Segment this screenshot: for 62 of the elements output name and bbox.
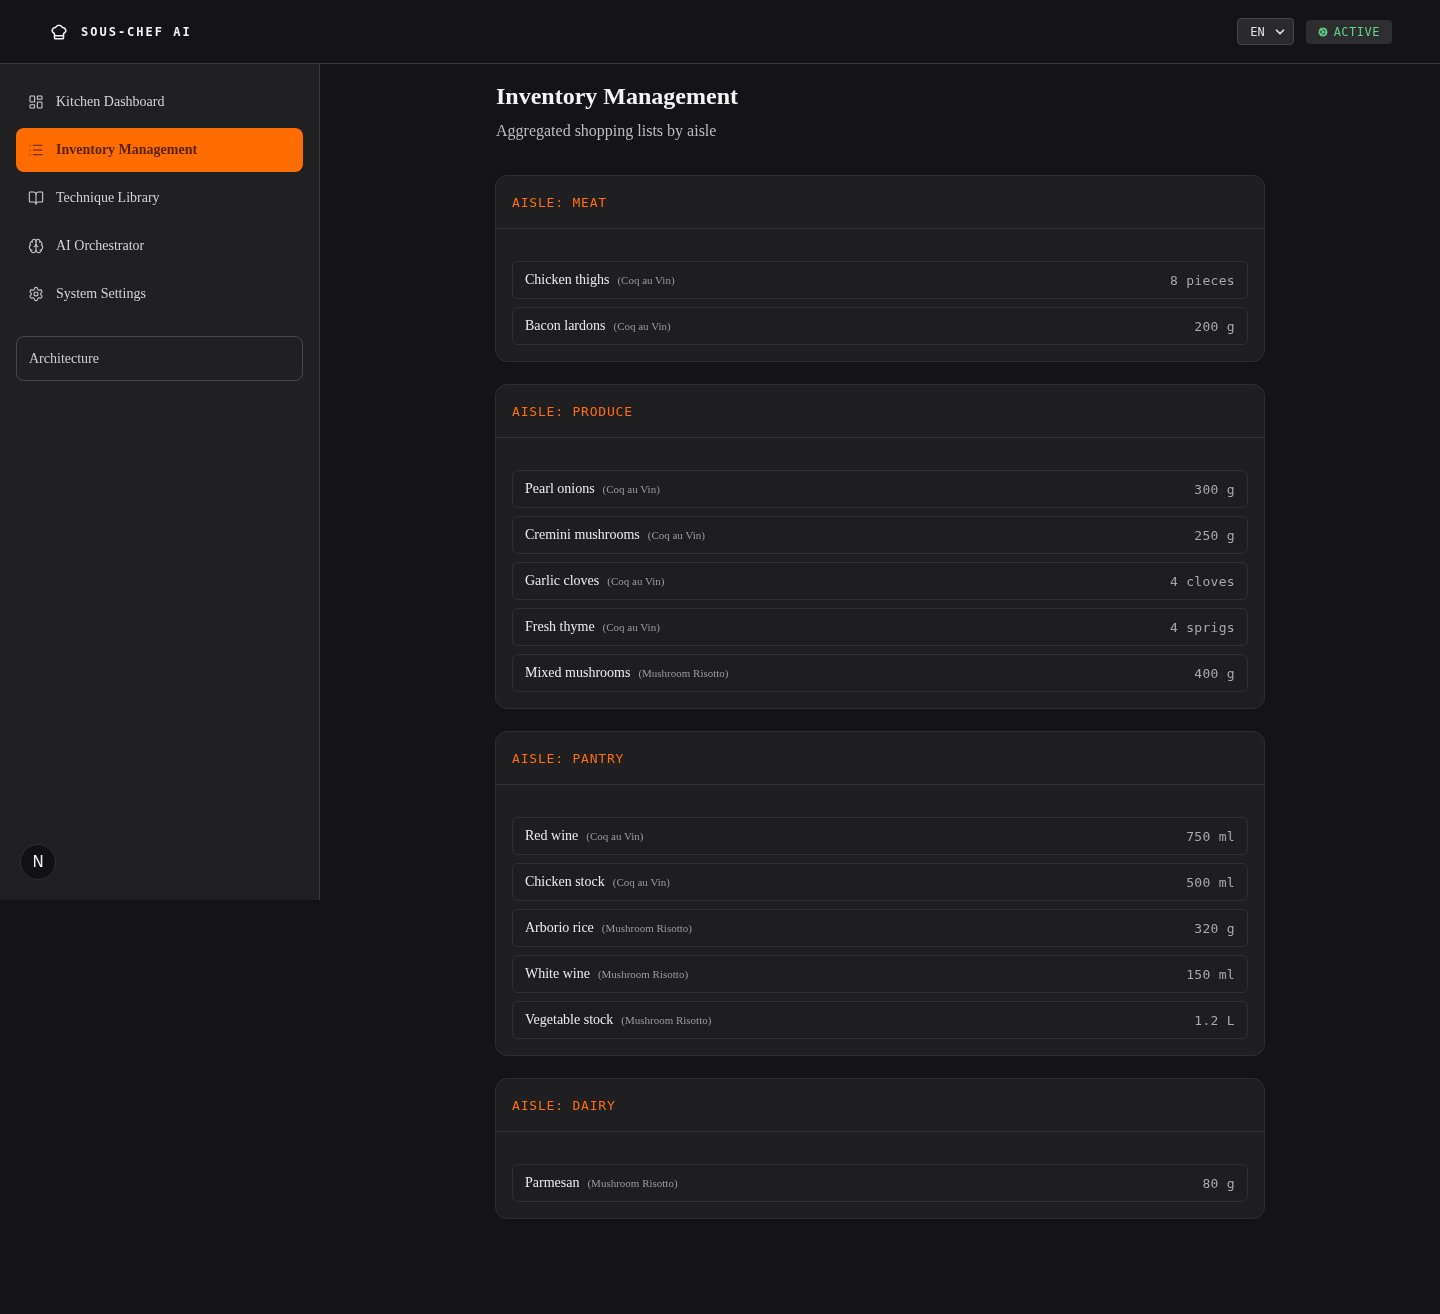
recipe-note: (Coq au Vin): [647, 529, 705, 541]
architecture-button[interactable]: Architecture: [16, 336, 303, 381]
language-select[interactable]: EN: [1237, 18, 1294, 45]
ingredient-amount: 320 g: [1194, 920, 1235, 936]
recipe-note: (Mushroom Risotto): [587, 1177, 678, 1189]
status-label: ACTIVE: [1333, 24, 1380, 39]
ingredient-amount: 8 pieces: [1170, 272, 1235, 288]
ingredient-name: Garlic cloves: [525, 573, 600, 589]
ingredient-name: Arborio rice: [525, 920, 594, 936]
recipe-note: (Coq au Vin): [612, 876, 670, 888]
logo-text: SOUS-CHEF AI: [81, 24, 192, 39]
ingredient-amount: 4 cloves: [1170, 573, 1235, 589]
ingredient-amount: 80 g: [1202, 1175, 1235, 1191]
recipe-note: (Mushroom Risotto): [638, 667, 729, 679]
ingredient-amount: 1.2 L: [1194, 1012, 1235, 1028]
recipe-note: (Mushroom Risotto): [597, 968, 689, 980]
ingredient-amount: 300 g: [1194, 481, 1235, 497]
list-icon: [28, 142, 44, 158]
ingredient-amount: 750 ml: [1186, 828, 1235, 844]
nav-item[interactable]: Inventory Management: [16, 128, 303, 172]
page-title: Inventory Management: [496, 82, 739, 111]
dev-tools-button[interactable]: N: [20, 844, 56, 880]
ingredient-name: Bacon lardons: [525, 318, 606, 334]
aisle-title: AISLE: PANTRY: [512, 750, 625, 766]
nav-item[interactable]: System Settings: [16, 272, 303, 316]
recipe-note: (Coq au Vin): [617, 274, 675, 286]
nav-item[interactable]: Technique Library: [16, 176, 303, 220]
ingredient-name: Cremini mushrooms: [525, 527, 640, 543]
recipe-note: (Coq au Vin): [607, 575, 665, 587]
aisle-title: AISLE: DAIRY: [512, 1097, 616, 1113]
dashboard-icon: [28, 94, 44, 110]
aisle-title: AISLE: PRODUCE: [512, 403, 633, 419]
ingredient-name: Vegetable stock: [525, 1012, 614, 1028]
chef-hat-icon: [50, 22, 68, 41]
ingredient-name: Mixed mushrooms: [525, 665, 631, 681]
recipe-note: (Coq au Vin): [613, 320, 671, 332]
nav-item[interactable]: AI Orchestrator: [16, 224, 303, 268]
ingredient-amount: 500 ml: [1186, 874, 1235, 890]
brain-icon: [28, 238, 44, 254]
ingredient-name: Chicken stock: [525, 874, 605, 890]
recipe-note: (Mushroom Risotto): [601, 922, 692, 934]
nav-item[interactable]: Kitchen Dashboard: [16, 80, 303, 124]
ingredient-amount: 250 g: [1194, 527, 1235, 543]
ingredient-name: Parmesan: [525, 1175, 580, 1191]
ingredient-amount: 4 sprigs: [1170, 619, 1235, 635]
page-subtitle: Aggregated shopping lists by aisle: [496, 121, 718, 142]
aisle-title: AISLE: MEAT: [512, 194, 607, 210]
recipe-note: (Coq au Vin): [602, 483, 660, 495]
ingredient-amount: 150 ml: [1186, 966, 1235, 982]
settings-icon: [28, 286, 44, 302]
ingredient-amount: 200 g: [1194, 318, 1235, 334]
ingredient-name: Chicken thighs: [525, 272, 610, 288]
ingredient-name: White wine: [525, 966, 590, 982]
ingredient-name: Red wine: [525, 828, 579, 844]
ingredient-name: Pearl onions: [525, 481, 595, 497]
recipe-note: (Mushroom Risotto): [621, 1014, 712, 1026]
recipe-note: (Coq au Vin): [602, 621, 660, 633]
ingredient-name: Fresh thyme: [525, 619, 595, 635]
cog-icon: [1317, 26, 1328, 37]
ingredient-amount: 400 g: [1194, 665, 1235, 681]
recipe-note: (Coq au Vin): [586, 830, 644, 842]
book-icon: [28, 190, 44, 206]
